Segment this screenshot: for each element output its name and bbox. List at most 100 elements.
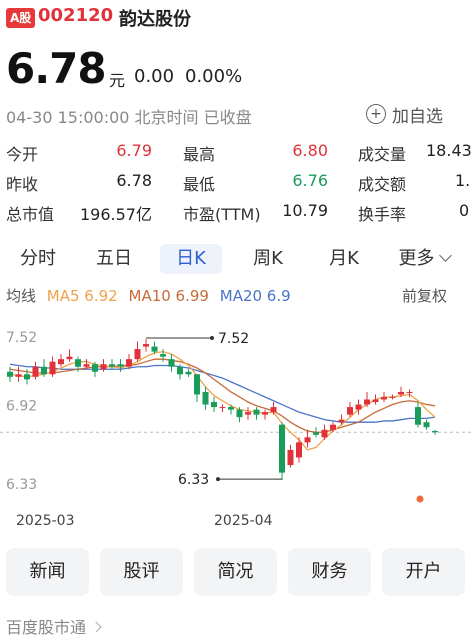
open-value: 6.79 xyxy=(116,141,152,160)
tab-five-day[interactable]: 五日 xyxy=(84,244,144,274)
tab-weekly-k[interactable]: 周K xyxy=(238,244,298,274)
candle-body xyxy=(415,407,421,425)
y-tick-label: 7.52 xyxy=(6,330,37,346)
candle-body xyxy=(406,391,413,393)
low-annotation-label: 6.33 xyxy=(178,472,209,488)
candle-body xyxy=(270,407,277,413)
candle-body xyxy=(253,409,260,415)
prev-close-label: 昨收 xyxy=(6,175,39,194)
candle-body xyxy=(202,391,209,405)
low-annotation-dot xyxy=(216,477,220,482)
market-timestamp: 04-30 15:00:00 北京时间 已收盘 xyxy=(6,108,252,127)
candle-body xyxy=(49,361,56,375)
candle-body xyxy=(15,374,22,377)
y-tick-label: 6.33 xyxy=(6,477,37,493)
period-tabs: 分时 五日 日K 周K 月K 更多 xyxy=(0,238,474,280)
candle-body xyxy=(398,391,404,395)
currency-unit: 元 xyxy=(109,71,126,90)
ma20-line xyxy=(9,363,436,423)
candle-body xyxy=(211,402,217,408)
candle-body xyxy=(134,349,141,360)
candle-body xyxy=(313,432,319,435)
candle-body xyxy=(126,359,132,367)
candle-body xyxy=(364,399,370,405)
candle-body xyxy=(219,407,226,409)
candle-body xyxy=(92,364,98,372)
ma10-legend: MA10 6.99 xyxy=(128,287,209,305)
candle-body xyxy=(296,442,302,458)
profile-button[interactable]: 简况 xyxy=(194,548,277,596)
candle-body xyxy=(372,399,379,403)
candle-body xyxy=(32,366,39,377)
ma5-line xyxy=(9,350,436,451)
low-value: 6.76 xyxy=(292,171,328,190)
candle-body xyxy=(432,431,438,433)
add-watchlist-button[interactable]: + 加自选 xyxy=(366,101,443,127)
ma-legend: 均线 MA5 6.92 MA10 6.99 MA20 6.9 xyxy=(6,285,291,306)
x-tick-label: 2025-03 xyxy=(16,513,75,529)
candle-body xyxy=(347,407,353,415)
plus-circle-icon: + xyxy=(366,104,386,124)
candle-body xyxy=(75,359,81,367)
open-account-button[interactable]: 开户 xyxy=(382,548,465,596)
candle-body xyxy=(151,346,158,352)
candle-body xyxy=(304,437,311,443)
candle-body xyxy=(83,364,90,367)
candlestick-chart[interactable]: 7.52 6.92 6.33 2025-03 2025-04 7.52 6.33 xyxy=(0,315,474,540)
adjust-mode-button[interactable]: 前复权 xyxy=(402,285,447,306)
add-watchlist-label: 加自选 xyxy=(392,106,443,127)
tab-monthly-k[interactable]: 月K xyxy=(314,244,374,274)
tab-more-label: 更多 xyxy=(398,248,435,269)
prev-close-value: 6.78 xyxy=(116,171,152,190)
candle-body xyxy=(7,371,13,377)
candle-body xyxy=(66,356,73,360)
candle-body xyxy=(100,364,107,370)
chevron-right-icon xyxy=(90,621,102,633)
live-indicator-dot xyxy=(416,495,424,503)
turnover-rate-value: 0 xyxy=(459,201,470,220)
news-button[interactable]: 新闻 xyxy=(6,548,89,596)
open-label: 今开 xyxy=(6,145,39,164)
candle-body xyxy=(24,374,30,380)
ma5-legend: MA5 6.92 xyxy=(46,287,118,305)
high-annotation-dot xyxy=(210,336,214,340)
turnover-value: 1. xyxy=(455,171,471,190)
candle-body xyxy=(279,424,285,473)
candle-body xyxy=(58,359,64,365)
high-value: 6.80 xyxy=(292,141,328,160)
candle-body xyxy=(330,424,336,430)
turnover-rate-label: 换手率 xyxy=(358,205,407,224)
turnover-label: 成交额 xyxy=(358,175,407,194)
market-cap-label: 总市值 xyxy=(6,205,55,224)
market-cap-value: 196.57亿 xyxy=(80,205,152,224)
price-change: 0.00 xyxy=(134,66,175,87)
financials-button[interactable]: 财务 xyxy=(288,548,371,596)
candle-body xyxy=(117,364,124,367)
volume-value: 18.43 xyxy=(426,141,472,160)
candle-body xyxy=(321,429,328,438)
pe-value: 10.79 xyxy=(282,201,328,220)
candle-body xyxy=(236,409,243,418)
tab-intraday[interactable]: 分时 xyxy=(8,244,68,274)
tab-daily-k[interactable]: 日K xyxy=(160,244,222,274)
candle-body xyxy=(194,374,200,395)
baidu-stock-label: 百度股市通 xyxy=(6,618,87,637)
chevron-down-icon xyxy=(438,249,452,262)
candle-body xyxy=(185,371,192,375)
tab-more[interactable]: 更多 xyxy=(386,244,462,274)
baidu-stock-link[interactable]: 百度股市通 xyxy=(6,614,102,638)
x-tick-label: 2025-04 xyxy=(214,513,273,529)
comments-button[interactable]: 股评 xyxy=(100,548,183,596)
ma-legend-prefix: 均线 xyxy=(6,287,37,305)
action-bar: 新闻 股评 简况 财务 开户 xyxy=(6,548,468,596)
high-label: 最高 xyxy=(183,145,216,164)
y-tick-label: 6.92 xyxy=(6,399,37,415)
stock-code: 002120 xyxy=(38,5,114,26)
candle-body xyxy=(177,366,183,375)
high-annotation-label: 7.52 xyxy=(218,331,249,347)
candle-body xyxy=(109,364,115,367)
candle-body xyxy=(423,422,430,428)
candle-body xyxy=(41,366,47,375)
candle-body xyxy=(338,419,345,423)
candle-body xyxy=(228,407,234,410)
